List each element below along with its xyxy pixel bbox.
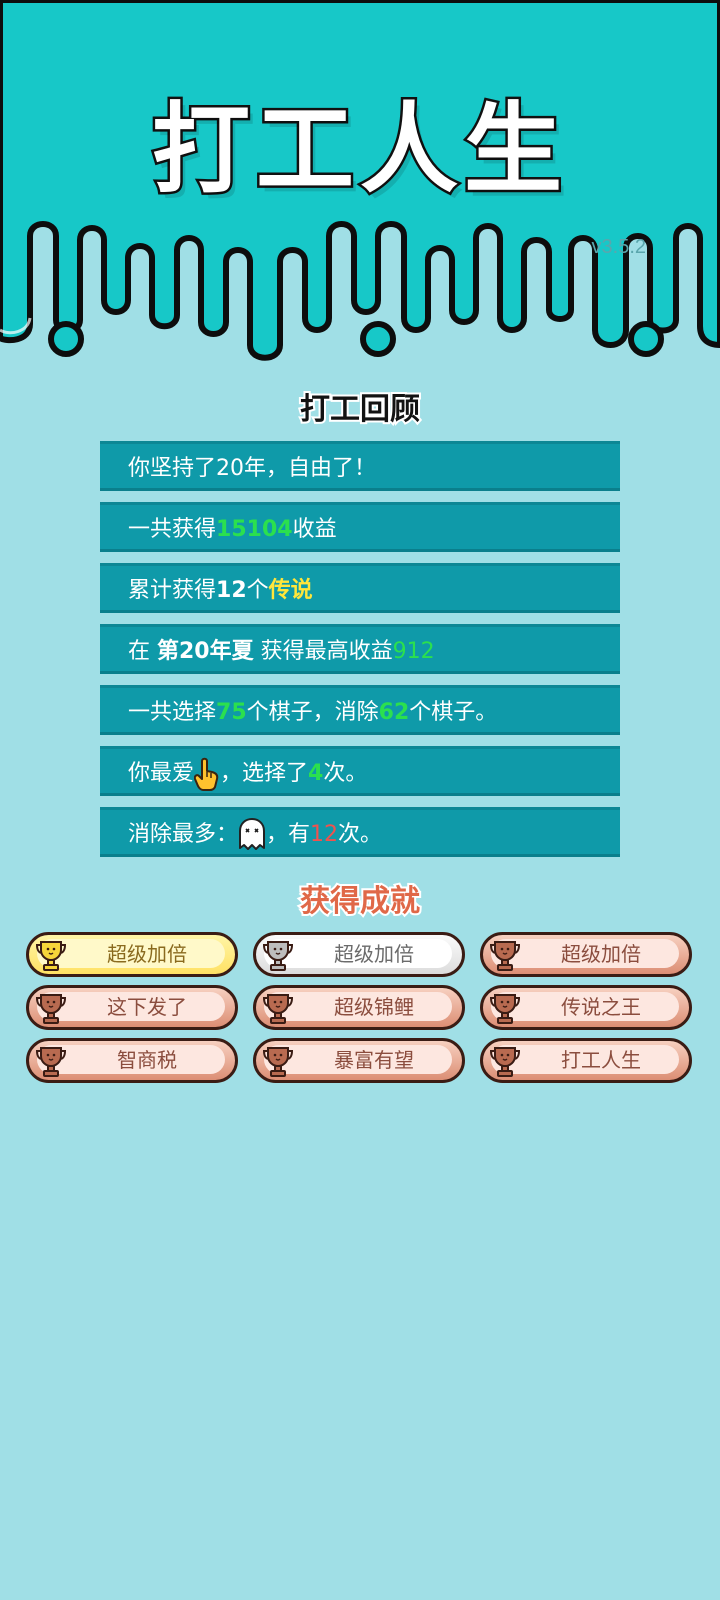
app-version: v3.5.2	[591, 236, 646, 258]
stat-row-total-income: 一共获得15104收益	[100, 502, 620, 552]
stat-text: 次。	[338, 822, 383, 847]
stat-row-pieces: 一共选择75个棋子，消除62个棋子。	[100, 685, 620, 735]
stat-text: 累计获得	[128, 578, 217, 603]
achievement-label: 打工人生	[561, 1048, 641, 1072]
stat-text: 你最爱	[128, 761, 195, 786]
stat-text: 获得最高收益	[253, 639, 393, 664]
most-removed-count: 12	[310, 822, 339, 847]
stat-row-years: 你坚持了20年，自由了！	[100, 441, 620, 491]
achievement-label: 超级加倍	[107, 942, 187, 966]
achievement-label: 超级加倍	[561, 942, 641, 966]
total-income-value: 15104	[216, 517, 293, 542]
stat-text: 个	[246, 578, 269, 603]
achievement-badge[interactable]: 暴富有望	[253, 1038, 465, 1083]
best-income-value: 912	[392, 639, 435, 664]
stat-text: 在	[128, 639, 157, 664]
achievement-badge[interactable]: 超级锦鲤	[253, 985, 465, 1030]
pointing-hand-icon	[194, 757, 219, 791]
review-section-title: 打工回顾	[298, 390, 422, 429]
stat-text: 你坚持了20年，自由了！	[128, 456, 376, 481]
achievement-badges-grid: 超级加倍 超级加倍 超级加倍 这下发了 超级锦鲤 传说之王 智商税 暴富有望 打…	[26, 932, 696, 1083]
achievement-label: 传说之王	[561, 995, 641, 1019]
stat-text: 个棋子。	[409, 700, 498, 725]
ghost-icon	[239, 818, 266, 850]
stat-text: ，有	[266, 822, 311, 847]
achievement-badge[interactable]: 智商税	[26, 1038, 238, 1083]
stat-row-most-removed: 消除最多： ，有12次。	[100, 807, 620, 857]
achievement-badge[interactable]: 打工人生	[480, 1038, 692, 1083]
stat-text: 次。	[323, 761, 368, 786]
stat-text: 一共选择	[128, 700, 217, 725]
achievement-badge[interactable]: 这下发了	[26, 985, 238, 1030]
stat-text: 个棋子，消除	[246, 700, 379, 725]
stat-text: 一共获得	[128, 517, 217, 542]
legend-count: 12	[216, 578, 247, 603]
achievement-badge[interactable]: 超级加倍	[480, 932, 692, 977]
achievement-label: 暴富有望	[334, 1048, 414, 1072]
pieces-chosen-value: 75	[216, 700, 247, 725]
app-title: 打工人生	[149, 91, 568, 210]
achievement-label: 超级锦鲤	[334, 995, 414, 1019]
legend-label: 传说	[268, 578, 313, 603]
stat-text: ，选择了	[220, 761, 309, 786]
stat-row-legends: 累计获得12个传说	[100, 563, 620, 613]
achievement-badge[interactable]: 超级加倍	[253, 932, 465, 977]
achievement-badge[interactable]: 传说之王	[480, 985, 692, 1030]
favorite-count: 4	[308, 761, 324, 786]
achievement-badge[interactable]: 超级加倍	[26, 932, 238, 977]
stat-text: 消除最多：	[128, 822, 239, 847]
stat-row-favorite: 你最爱 ，选择了4次。	[100, 746, 620, 796]
achievement-label: 这下发了	[107, 995, 187, 1019]
achievement-label: 超级加倍	[334, 942, 414, 966]
stat-row-best-season: 在 第20年夏 获得最高收益912	[100, 624, 620, 674]
best-season: 第20年夏	[157, 639, 254, 664]
pieces-removed-value: 62	[378, 700, 410, 725]
achievements-section-title: 获得成就	[298, 882, 422, 921]
stat-text: 收益	[292, 517, 337, 542]
achievement-label: 智商税	[117, 1048, 177, 1072]
review-stats-list: 你坚持了20年，自由了！ 一共获得15104收益 累计获得12个传说 在 第20…	[100, 441, 620, 868]
